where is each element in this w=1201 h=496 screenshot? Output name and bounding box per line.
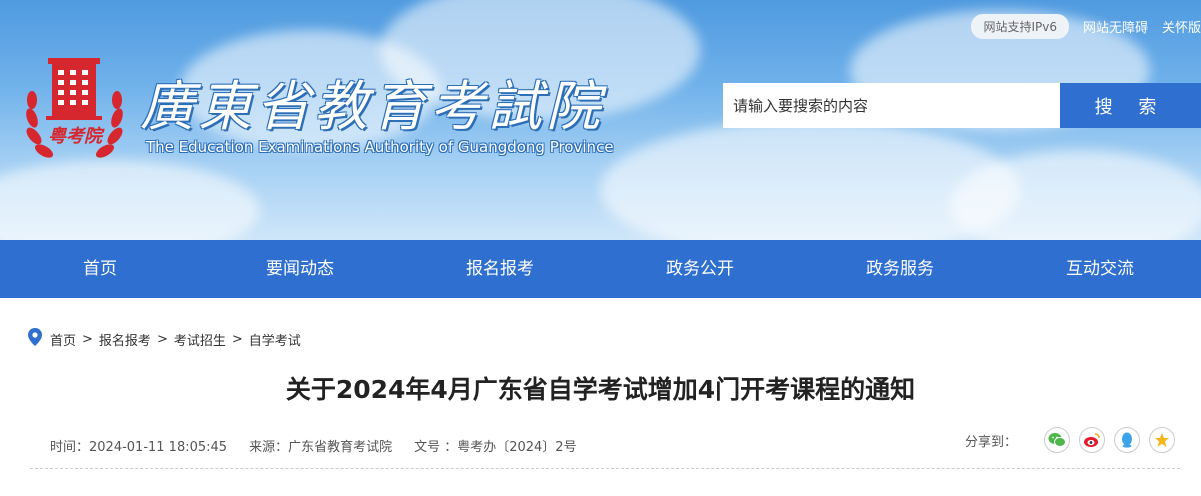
logo-emblem-icon	[26, 58, 123, 158]
nav-item-interaction[interactable]: 互动交流	[1000, 240, 1200, 298]
share-bar: 分享到：	[965, 427, 1175, 453]
breadcrumb: 首页 > 报名报考 > 考试招生 > 自学考试	[28, 328, 301, 350]
logo-text: 粤考院	[48, 126, 102, 147]
search-button[interactable]: 搜 索	[1060, 83, 1201, 128]
breadcrumb-registration[interactable]: 报名报考	[99, 330, 151, 349]
nav-item-public-affairs[interactable]: 政务公开	[600, 240, 800, 298]
care-version-link[interactable]: 关怀版	[1162, 17, 1201, 36]
main-nav: 首页 要闻动态 报名报考 政务公开 政务服务 互动交流	[0, 240, 1201, 298]
site-subtitle: The Education Examinations Authority of …	[146, 138, 614, 156]
nav-item-registration[interactable]: 报名报考	[400, 240, 600, 298]
location-pin-icon	[28, 328, 42, 350]
breadcrumb-self-study[interactable]: 自学考试	[249, 330, 301, 349]
share-label: 分享到：	[964, 434, 1017, 450]
document-number: 文号 ：粤考办〔2024〕2号	[414, 440, 577, 455]
qq-icon[interactable]	[1114, 427, 1140, 453]
breadcrumb-exam-enrollment[interactable]: 考试招生	[174, 330, 226, 349]
cloud-decoration	[0, 160, 260, 240]
site-title: 廣東省教育考試院	[140, 75, 604, 138]
nav-item-services[interactable]: 政务服务	[800, 240, 1000, 298]
accessibility-link[interactable]: 网站无障碍	[1083, 17, 1148, 36]
divider	[30, 468, 1180, 469]
breadcrumb-home[interactable]: 首页	[50, 330, 76, 349]
search-bar: 搜 索	[723, 83, 1201, 128]
nav-item-home[interactable]: 首页	[0, 240, 200, 298]
search-input[interactable]	[723, 83, 1060, 128]
top-links: 网站支持IPv6 网站无障碍 关怀版	[971, 14, 1201, 39]
breadcrumb-separator: >	[82, 331, 93, 347]
nav-item-news[interactable]: 要闻动态	[200, 240, 400, 298]
site-logo[interactable]: 粤考院	[22, 56, 127, 168]
qzone-icon[interactable]	[1149, 427, 1175, 453]
ipv6-badge: 网站支持IPv6	[971, 14, 1069, 39]
article-source: 来源：广东省教育考试院	[249, 440, 393, 455]
breadcrumb-separator: >	[231, 331, 243, 347]
weibo-icon[interactable]	[1079, 427, 1105, 453]
article-title: 关于2024年4月广东省自学考试增加4门开考课程的通知	[285, 375, 916, 404]
publish-time: 时间：2024-01-11 18:05:45	[50, 440, 228, 455]
header-banner: 网站支持IPv6 网站无障碍 关怀版 粤考院 廣東省教育考試院 The Educ…	[0, 0, 1201, 240]
article-meta: 时间：2024-01-11 18:05:45 来源：广东省教育考试院 文号 ：粤…	[50, 436, 577, 455]
wechat-icon[interactable]	[1044, 427, 1070, 453]
breadcrumb-separator: >	[156, 331, 168, 347]
